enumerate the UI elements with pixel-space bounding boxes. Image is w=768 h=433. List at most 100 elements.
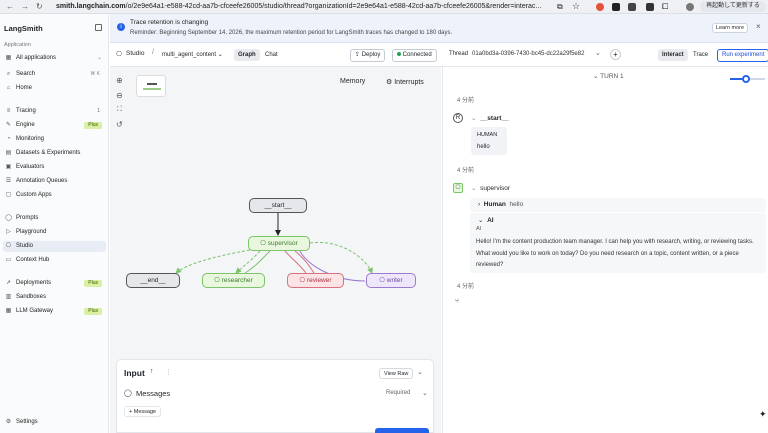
new-thread-plus-icon[interactable]: + <box>610 49 621 60</box>
entry-start[interactable]: ⌄ __start__ <box>471 114 509 122</box>
supervisor-node-icon: ⎔ <box>453 183 463 193</box>
retention-banner: i Trace retention is changing Reminder: … <box>110 14 768 43</box>
sidebar-item-datasets[interactable]: ▤ Datasets & Experiments <box>3 148 106 159</box>
extension-icon[interactable] <box>628 3 636 11</box>
node-icon: ⎔ <box>299 277 306 284</box>
address-bar[interactable]: smith.langchain.com/o/2e9e64a1-e588-42cd… <box>56 2 551 12</box>
node-start[interactable]: __start__ <box>249 198 307 213</box>
profile-avatar-icon[interactable] <box>686 3 694 11</box>
extension-icon[interactable] <box>612 3 620 11</box>
sidebar-item-label: Settings <box>16 419 38 425</box>
node-supervisor[interactable]: ⎔ supervisor <box>248 236 310 251</box>
back-icon[interactable]: ← <box>6 2 14 11</box>
sidebar-item-prompts[interactable]: ◯ Prompts <box>3 213 106 224</box>
node-icon: ⎔ <box>214 277 220 284</box>
submit-button[interactable] <box>375 428 429 433</box>
sidebar-item-label: Playground <box>16 229 47 235</box>
sidebar-item-annotation-queues[interactable]: ☰ Annotation Queues <box>3 176 106 187</box>
node-writer[interactable]: ⎔ writer <box>366 273 416 288</box>
add-message-button[interactable]: + Message <box>124 406 162 417</box>
node-label: researcher <box>221 277 253 284</box>
view-raw-button[interactable]: View Raw <box>379 368 414 379</box>
learn-more-button[interactable]: Learn more <box>712 23 748 33</box>
search-button[interactable]: ⌕ Search ⌘ K <box>3 69 106 80</box>
tab-chat[interactable]: Chat <box>261 49 282 61</box>
node-icon: ⎔ <box>379 277 385 284</box>
slider-handle[interactable] <box>742 75 750 83</box>
chevron-down-icon[interactable]: ⌄ <box>595 49 601 57</box>
turn-label: TURN 1 <box>600 73 624 80</box>
workspace-selector[interactable]: ▦ All applications ⌄ <box>3 53 106 64</box>
graph-canvas[interactable]: ⊕ ⊖ ⛶ ↺ Memory ⚙ Interrupts __start__ ⎔ … <box>110 67 441 433</box>
sidebar-item-tracing[interactable]: ≡ Tracing 1 <box>3 106 106 117</box>
sidebar-item-llm-gateway[interactable]: ▦ LLM Gateway Plus <box>3 306 106 317</box>
fork-icon[interactable]: ⑂ <box>455 298 459 305</box>
sparkle-icon[interactable]: ✦ <box>759 409 767 420</box>
sidebar-item-playground[interactable]: ▷ Playground <box>3 227 106 238</box>
sidebar-item-label: Evaluators <box>16 164 45 170</box>
turn-header[interactable]: ⌄ TURN 1 <box>593 72 624 80</box>
settings-icon[interactable]: ⋮ <box>165 368 172 376</box>
deploy-button[interactable]: ⇪ Deploy <box>350 49 386 62</box>
thread-id[interactable]: 01a0bd3a-0396-7430-bc45-dc22a29f5e82 <box>472 51 584 57</box>
tab-graph[interactable]: Graph <box>234 49 260 61</box>
timestamp: 4 分前 <box>457 98 475 104</box>
sidebar-item-settings[interactable]: ⚙ Settings <box>3 417 106 428</box>
connection-status[interactable]: Connected <box>392 49 437 62</box>
restart-to-update-button[interactable]: 再起動して更新する <box>700 1 766 12</box>
node-name: __start__ <box>480 115 509 122</box>
node-end[interactable]: __end__ <box>126 273 180 288</box>
human-message-row[interactable]: › Human hello <box>470 198 766 212</box>
sidebar-item-label: Home <box>16 85 33 91</box>
message-content: hello <box>477 144 490 150</box>
node-label: writer <box>386 277 403 284</box>
chevron-down-icon: ⌄ <box>471 115 477 122</box>
sidebar-item-deployments[interactable]: ➚ Deployments Plus <box>3 278 106 289</box>
chevron-down-icon[interactable]: ⌄ <box>422 389 428 397</box>
sidebar-item-studio[interactable]: ⎔ Studio <box>3 241 106 252</box>
sidebar-item-context-hub[interactable]: ▭ Context Hub <box>3 255 106 266</box>
database-icon: ▤ <box>5 150 12 156</box>
sidebar-item-monitoring[interactable]: ◔ Monitoring <box>3 134 106 145</box>
edge-reviewer-supervisor <box>284 250 307 274</box>
thread-label: Thread <box>449 51 469 57</box>
extension-icon[interactable] <box>646 3 654 11</box>
plus-badge: Plus <box>84 308 102 315</box>
message-role: Human <box>483 201 506 208</box>
entry-supervisor[interactable]: ⌄ supervisor <box>471 184 510 192</box>
extension-icon[interactable] <box>596 3 604 11</box>
graph-selector[interactable]: multi_agent_content ⌄ <box>158 49 227 61</box>
node-label: supervisor <box>267 240 298 247</box>
sidebar-collapse-icon[interactable] <box>95 24 102 31</box>
plus-badge: Plus <box>84 280 102 287</box>
run-experiment-button[interactable]: Run experiment <box>717 49 768 62</box>
reload-icon[interactable]: ↻ <box>36 2 43 11</box>
sidebar-item-custom-apps[interactable]: ▢ Custom Apps <box>3 190 106 201</box>
ai-message-card[interactable]: ⌄ AI AI Hello! I'm the content productio… <box>470 213 766 273</box>
tracing-count: 1 <box>97 108 100 114</box>
tab-trace[interactable]: Trace <box>689 49 712 61</box>
arrow-up-icon[interactable]: ↑ <box>150 368 154 375</box>
sidebar-item-label: Sandboxes <box>16 294 47 300</box>
sidebar-item-sandboxes[interactable]: ▥ Sandboxes <box>3 292 106 303</box>
bookmark-star-icon[interactable]: ☆ <box>572 1 580 12</box>
edge-supervisor-reviewer <box>294 250 315 274</box>
sidebar-item-home[interactable]: ⌂ Home <box>3 83 106 94</box>
extensions-puzzle-icon[interactable]: ⧠ <box>662 2 668 12</box>
tracing-icon: ≡ <box>6 108 11 114</box>
queue-icon: ☰ <box>5 178 12 184</box>
chevron-down-icon[interactable]: ⌄ <box>417 368 423 376</box>
node-reviewer[interactable]: ⎔ reviewer <box>287 273 344 288</box>
forward-icon[interactable]: → <box>21 2 29 11</box>
rocket-icon: ➚ <box>5 280 12 286</box>
studio-icon: ⎔ <box>116 51 123 58</box>
studio-toolbar: ⎔ Studio / multi_agent_content ⌄ Graph C… <box>110 43 768 67</box>
close-icon[interactable]: × <box>756 22 761 31</box>
screenshot-icon[interactable]: ⧉ <box>557 2 563 12</box>
turn-slider[interactable] <box>730 75 765 83</box>
tab-interact[interactable]: Interact <box>658 49 688 61</box>
sidebar-item-evaluators[interactable]: ▣ Evaluators <box>3 162 106 173</box>
chevron-down-icon: ⌄ <box>471 185 477 192</box>
sidebar-item-engine[interactable]: ✎ Engine Plus <box>3 120 106 131</box>
node-researcher[interactable]: ⎔ researcher <box>202 273 265 288</box>
